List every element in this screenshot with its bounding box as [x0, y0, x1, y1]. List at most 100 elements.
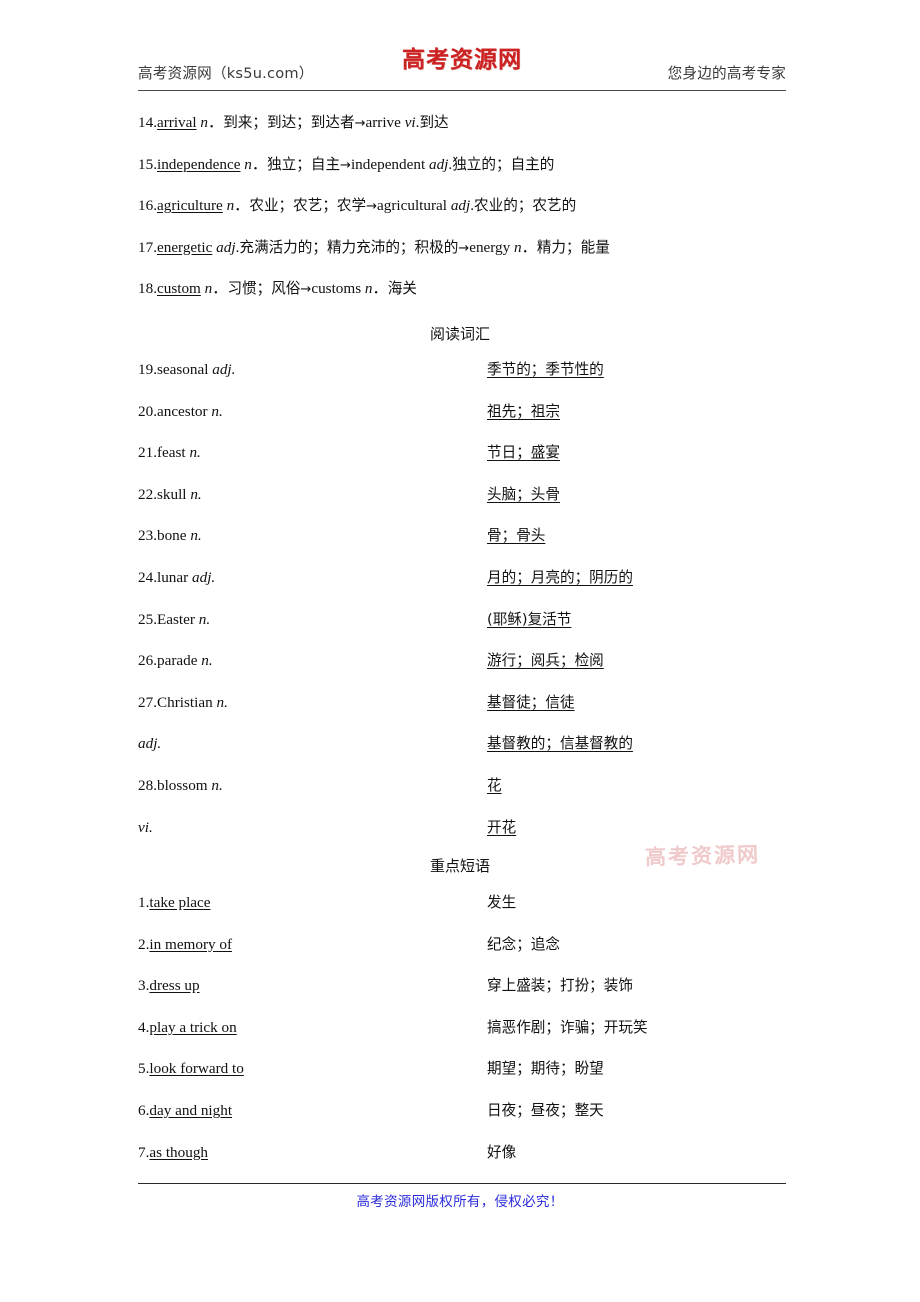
- phrase-text: look forward to: [149, 1060, 244, 1078]
- headword: energetic: [156, 238, 213, 256]
- word-formation-row: 18.custom n．习惯；风俗→customs n．海关: [138, 276, 798, 318]
- part-of-speech: n.: [198, 610, 211, 628]
- vocab-chinese-meaning: 节日；盛宴: [487, 444, 560, 462]
- headword: custom: [156, 280, 201, 297]
- header-slogan: 您身边的高考专家: [667, 65, 786, 82]
- vocab-word: skull: [156, 485, 191, 503]
- arrow-icon: →: [458, 240, 470, 256]
- vocab-entry-english: 20.ancestor n.: [138, 400, 223, 424]
- vocab-row: vi. 开花: [138, 816, 798, 858]
- phrase-row: 6.day and night 日夜；昼夜；整天: [138, 1099, 798, 1141]
- item-number: 3.: [138, 977, 150, 995]
- phrase-row: 2.in memory of 纪念；追念: [138, 933, 798, 975]
- vocab-entry-english: adj.: [138, 732, 161, 756]
- part-of-speech: n.: [189, 444, 201, 462]
- item-number: 2.: [138, 935, 150, 953]
- item-number: 21.: [138, 444, 157, 462]
- derived-part-of-speech: adj: [450, 197, 471, 214]
- item-number: 23.: [138, 527, 157, 545]
- key-phrases-list: 1.take place 发生 2.in memory of 纪念；追念 3.dress…: [138, 891, 798, 1182]
- item-number: 15.: [138, 155, 157, 173]
- vocab-word: lunar: [156, 568, 192, 586]
- item-number: 27.: [138, 693, 157, 711]
- derived-word: arrive: [365, 114, 401, 131]
- item-number: 7.: [138, 1143, 150, 1161]
- word-formation-row: 16.agriculture n．农业；农艺；农学→agricultural a…: [138, 193, 798, 235]
- derived-chinese-meaning: 到达: [419, 114, 449, 131]
- phrase-text: dress up: [149, 977, 200, 995]
- vocab-chinese-meaning: 月的；月亮的；阴历的: [487, 568, 633, 586]
- phrase-entry-english: 7.as though: [138, 1141, 208, 1165]
- chinese-meaning: 独立；自主: [267, 155, 341, 173]
- item-number: 14.: [138, 114, 157, 131]
- vocab-chinese-meaning: 开花: [487, 818, 517, 836]
- separator: ．: [208, 114, 224, 131]
- phrase-text: take place: [149, 894, 211, 911]
- chinese-meaning: 农业；农艺；农学: [249, 197, 367, 214]
- separator: ．: [521, 238, 537, 256]
- phrase-chinese-meaning: 期望；期待；盼望: [487, 1060, 604, 1078]
- separator: ．: [372, 280, 388, 297]
- vocab-row: 23.bone n. 骨；骨头: [138, 524, 798, 566]
- part-of-speech: n.: [190, 485, 202, 503]
- vocab-word: Easter: [156, 610, 199, 628]
- vocab-chinese-meaning: 花: [487, 776, 502, 794]
- vocab-entry-english: 27.Christian n.: [138, 691, 228, 715]
- derived-part-of-speech: n: [514, 238, 522, 256]
- vocab-word: bone: [156, 527, 191, 545]
- word-formation-row: 15.independence n．独立；自主→independent adj.…: [138, 152, 798, 194]
- item-number: 6.: [138, 1101, 150, 1119]
- part-of-speech: adj: [216, 238, 236, 256]
- phrase-text: play a trick on: [149, 1018, 237, 1036]
- phrase-text: in memory of: [149, 935, 233, 953]
- section-heading-key-phrases: 重点短语: [429, 857, 490, 875]
- arrow-icon: →: [354, 116, 366, 131]
- word-formation-row: 17.energetic adj.充满活力的；精力充沛的；积极的→energy …: [138, 235, 798, 277]
- phrase-entry-english: 1.take place: [138, 891, 211, 915]
- vocab-chinese-meaning: 基督教的；信基督教的: [487, 735, 633, 753]
- headword: agriculture: [156, 197, 223, 214]
- vocab-entry-english: 22.skull n.: [138, 483, 202, 507]
- derived-part-of-speech: adj: [428, 155, 449, 173]
- derived-word: energy: [469, 238, 511, 256]
- page-header: 高考资源网（ks5u.com） 高考资源网 您身边的高考专家: [138, 46, 786, 92]
- phrase-entry-english: 6.day and night: [138, 1099, 232, 1123]
- phrase-row: 7.as though 好像: [138, 1141, 798, 1183]
- word-formation-row: 14.arrival n．到来；到达；到达者→arrive vi.到达: [138, 110, 798, 152]
- vocab-row: 21.feast n. 节日；盛宴: [138, 441, 798, 483]
- item-number: 22.: [138, 485, 157, 503]
- vocab-chinese-meaning: 游行；阅兵；检阅: [487, 652, 604, 670]
- vocab-word: parade: [156, 652, 202, 670]
- word-formation-list: 14.arrival n．到来；到达；到达者→arrive vi.到达 15.in…: [138, 110, 798, 318]
- phrase-entry-english: 5.look forward to: [138, 1057, 244, 1081]
- phrase-row: 1.take place 发生: [138, 891, 798, 933]
- arrow-icon: →: [366, 199, 378, 214]
- document-page: 高考资源网（ks5u.com） 高考资源网 您身边的高考专家 14.arriva…: [0, 0, 920, 1302]
- part-of-speech: n.: [190, 527, 202, 545]
- header-divider: [138, 90, 786, 91]
- phrase-chinese-meaning: 纪念；追念: [487, 935, 560, 953]
- arrow-icon: →: [300, 282, 312, 297]
- reading-vocab-list: 19.seasonal adj. 季节的；季节性的 20.ancestor n. 祖先…: [138, 358, 798, 857]
- part-of-speech: adj.: [192, 568, 216, 586]
- item-number: 17.: [138, 238, 157, 256]
- item-number: 19.: [138, 361, 157, 378]
- derived-chinese-meaning: 精力；能量: [536, 238, 610, 256]
- section-heading-reading-vocab: 阅读词汇: [429, 325, 490, 343]
- derived-word: agricultural: [377, 197, 448, 214]
- item-number: 16.: [138, 197, 157, 214]
- vocab-row: 25.Easter n. (耶稣)复活节: [138, 608, 798, 650]
- vocab-entry-english: 23.bone n.: [138, 524, 202, 548]
- derived-chinese-meaning: 海关: [387, 280, 417, 297]
- derived-word: independent: [350, 155, 426, 173]
- vocab-row: 27.Christian n. 基督徒；信徒: [138, 691, 798, 733]
- part-of-speech: adj.: [212, 361, 236, 378]
- phrase-chinese-meaning: 搞恶作剧；诈骗；开玩笑: [487, 1018, 648, 1036]
- vocab-entry-english: vi.: [138, 816, 153, 840]
- vocab-entry-english: 26.parade n.: [138, 649, 213, 673]
- vocab-row: 19.seasonal adj. 季节的；季节性的: [138, 358, 798, 400]
- item-number: 20.: [138, 402, 157, 420]
- vocab-row: 28.blossom n. 花: [138, 774, 798, 816]
- derived-part-of-speech: vi: [404, 114, 416, 131]
- chinese-meaning: 充满活力的；精力充沛的；积极的: [239, 238, 459, 256]
